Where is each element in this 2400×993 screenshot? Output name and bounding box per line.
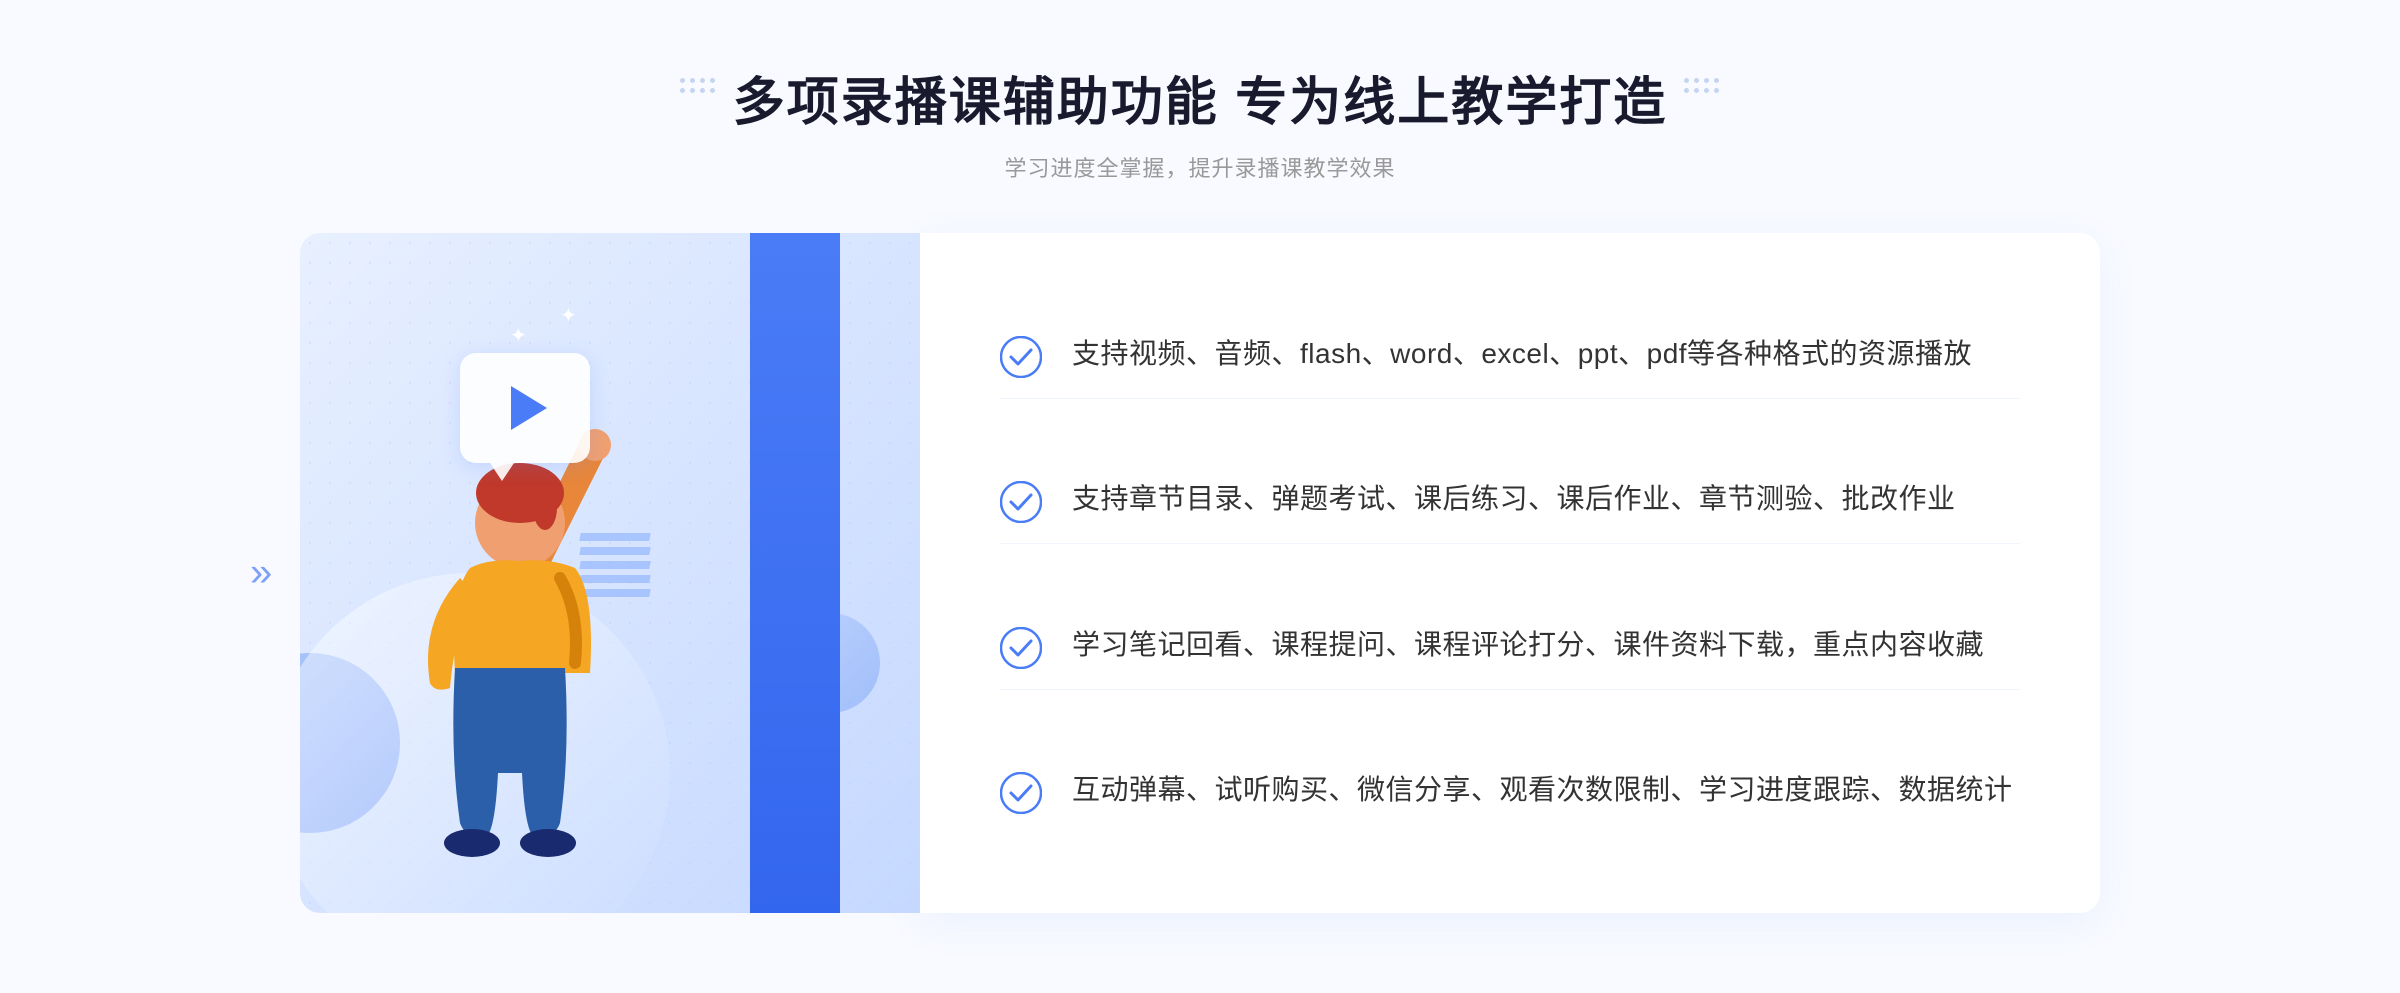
feature-text-2: 支持章节目录、弹题考试、课后练习、课后作业、章节测验、批改作业 (1072, 477, 1956, 522)
sparkle-icon-2: ✦ (560, 303, 577, 328)
check-icon-1 (1000, 336, 1042, 378)
arrow-decoration: » (250, 551, 272, 596)
sub-title: 学习进度全掌握，提升录播课教学效果 (0, 151, 2400, 183)
play-bubble (460, 353, 590, 463)
feature-item-1: 支持视频、音频、flash、word、excel、ppt、pdf等各种格式的资源… (1000, 312, 2020, 399)
check-icon-2 (1000, 481, 1042, 523)
feature-text-1: 支持视频、音频、flash、word、excel、ppt、pdf等各种格式的资源… (1072, 332, 1972, 377)
page-wrapper: 多项录播课辅助功能 专为线上教学打造 学习进度全掌握，提升录播课教学效果 » ✦… (0, 0, 2400, 993)
play-icon (511, 386, 547, 430)
feature-item-3: 学习笔记回看、课程提问、课程评论打分、课件资料下载，重点内容收藏 (1000, 603, 2020, 690)
decorative-dots-right (1684, 78, 1720, 94)
feature-item-4: 互动弹幕、试听购买、微信分享、观看次数限制、学习进度跟踪、数据统计 (1000, 748, 2020, 834)
feature-item-2: 支持章节目录、弹题考试、课后练习、课后作业、章节测验、批改作业 (1000, 457, 2020, 544)
content-section: » ✦ ✦ (300, 233, 2100, 913)
main-title: 多项录播课辅助功能 专为线上教学打造 (0, 60, 2400, 135)
blue-accent-bar (750, 233, 840, 913)
chevron-right-icon: » (250, 551, 272, 595)
check-icon-3 (1000, 627, 1042, 669)
feature-text-4: 互动弹幕、试听购买、微信分享、观看次数限制、学习进度跟踪、数据统计 (1072, 768, 2013, 813)
features-area: 支持视频、音频、flash、word、excel、ppt、pdf等各种格式的资源… (920, 233, 2100, 913)
check-icon-4 (1000, 772, 1042, 814)
illustration-area: ✦ ✦ (300, 233, 920, 913)
sparkle-icon-1: ✦ (510, 323, 527, 348)
feature-text-3: 学习笔记回看、课程提问、课程评论打分、课件资料下载，重点内容收藏 (1072, 623, 1984, 668)
decorative-dots-left (680, 78, 716, 94)
header-section: 多项录播课辅助功能 专为线上教学打造 学习进度全掌握，提升录播课教学效果 (0, 60, 2400, 183)
